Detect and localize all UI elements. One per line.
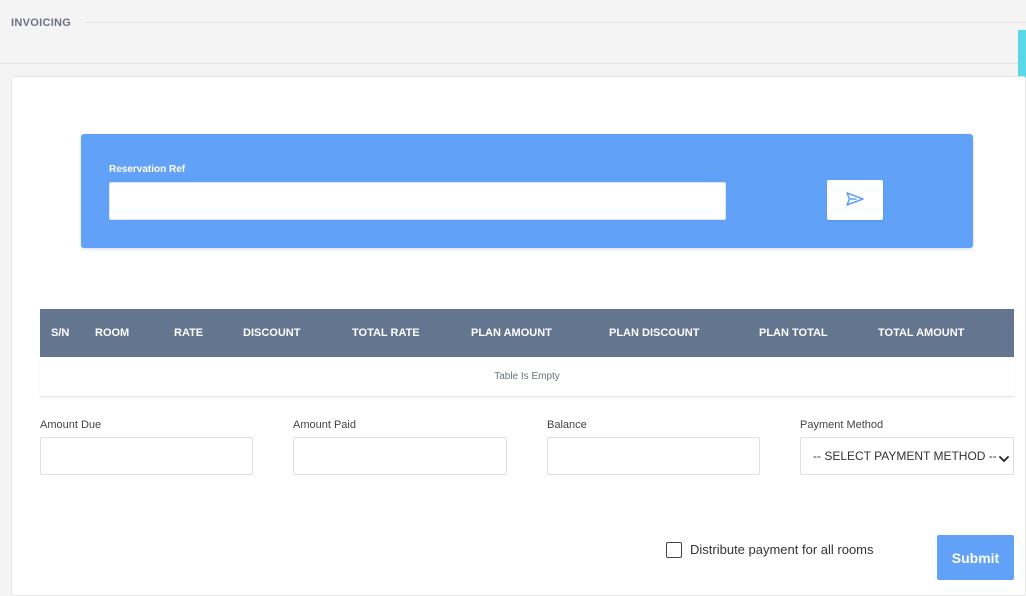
payment-method-select[interactable]: -- SELECT PAYMENT METHOD -- xyxy=(800,437,1014,475)
page-header: INVOICING xyxy=(0,0,1026,64)
balance-label: Balance xyxy=(547,419,587,431)
table-empty-message: Table Is Empty xyxy=(40,357,1014,397)
reservation-search-panel: Reservation Ref xyxy=(81,134,973,248)
page-title: INVOICING xyxy=(11,17,72,29)
column-plan-amount: PLAN AMOUNT xyxy=(471,327,552,339)
send-icon xyxy=(845,191,865,210)
column-plan-total: PLAN TOTAL xyxy=(759,327,828,339)
payment-method-selected: -- SELECT PAYMENT METHOD -- xyxy=(813,449,997,463)
amount-due-label: Amount Due xyxy=(40,419,102,431)
reservation-ref-input[interactable] xyxy=(109,182,726,220)
reservation-ref-label: Reservation Ref xyxy=(109,164,186,175)
distribute-payment-label[interactable]: Distribute payment for all rooms xyxy=(690,542,874,557)
column-plan-discount: PLAN DISCOUNT xyxy=(609,327,700,339)
column-total-rate: TOTAL RATE xyxy=(352,327,420,339)
submit-button[interactable]: Submit xyxy=(937,535,1014,580)
amount-paid-label: Amount Paid xyxy=(293,419,356,431)
column-room: ROOM xyxy=(95,327,130,339)
chevron-down-icon xyxy=(999,452,1009,466)
distribute-payment-checkbox[interactable] xyxy=(666,542,682,558)
column-total-amount: TOTAL AMOUNT xyxy=(878,327,965,339)
invoice-table-header: S/N ROOM RATE DISCOUNT TOTAL RATE PLAN A… xyxy=(40,309,1014,357)
payment-method-label: Payment Method xyxy=(800,419,884,431)
search-submit-button[interactable] xyxy=(827,180,883,220)
balance-input[interactable] xyxy=(547,437,760,475)
column-discount: DISCOUNT xyxy=(243,327,301,339)
amount-due-input[interactable] xyxy=(40,437,253,475)
column-rate: RATE xyxy=(174,327,204,339)
column-sn: S/N xyxy=(51,327,70,339)
amount-paid-input[interactable] xyxy=(293,437,507,475)
title-divider xyxy=(85,22,1026,23)
scrollbar-thumb[interactable] xyxy=(1018,30,1026,80)
